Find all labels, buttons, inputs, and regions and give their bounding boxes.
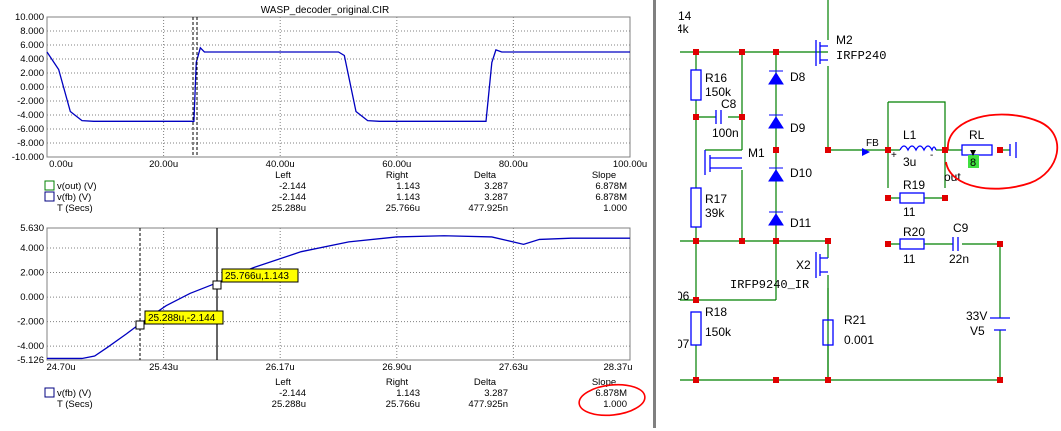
svg-text:R18: R18 — [705, 305, 727, 319]
svg-text:C9: C9 — [953, 221, 969, 235]
svg-text:L1: L1 — [903, 128, 917, 142]
svg-text:R19: R19 — [903, 178, 925, 192]
svg-text:M2: M2 — [836, 33, 853, 47]
svg-text:07: 07 — [676, 337, 690, 351]
svg-text:R17: R17 — [705, 192, 727, 206]
svg-text:FB: FB — [866, 138, 879, 149]
svg-text:3u: 3u — [903, 155, 916, 169]
svg-text:D11: D11 — [790, 216, 811, 230]
svg-text:11: 11 — [903, 252, 916, 266]
svg-text:06: 06 — [676, 289, 690, 303]
svg-text:0.001: 0.001 — [844, 333, 874, 347]
svg-text:R16: R16 — [705, 71, 727, 85]
svg-text:M1: M1 — [748, 146, 765, 160]
svg-text:33V: 33V — [966, 309, 987, 323]
svg-text:-: - — [930, 150, 933, 161]
schematic-view[interactable]: 14 4k M2 IRFP240 R16 150k C8 100n D8 D9 … — [0, 0, 1061, 428]
svg-text:X2: X2 — [796, 258, 811, 272]
svg-text:4k: 4k — [676, 22, 690, 36]
svg-text:RL: RL — [969, 128, 985, 142]
svg-text:D10: D10 — [790, 166, 812, 180]
svg-text:IRFP240: IRFP240 — [836, 49, 886, 63]
svg-text:D9: D9 — [790, 121, 806, 135]
svg-text:8: 8 — [970, 157, 976, 169]
svg-text:IRFP9240_IR: IRFP9240_IR — [730, 278, 809, 292]
svg-text:22n: 22n — [949, 252, 969, 266]
svg-text:150k: 150k — [705, 325, 732, 339]
svg-text:+: + — [891, 150, 897, 161]
svg-text:39k: 39k — [705, 206, 725, 220]
svg-text:100n: 100n — [712, 126, 739, 140]
svg-text:C8: C8 — [721, 97, 737, 111]
svg-text:11: 11 — [903, 205, 916, 219]
svg-text:R21: R21 — [844, 313, 866, 327]
svg-text:R20: R20 — [903, 225, 925, 239]
svg-text:D8: D8 — [790, 70, 806, 84]
svg-text:out: out — [944, 170, 961, 184]
svg-text:V5: V5 — [970, 324, 985, 338]
svg-text:14: 14 — [678, 9, 692, 23]
